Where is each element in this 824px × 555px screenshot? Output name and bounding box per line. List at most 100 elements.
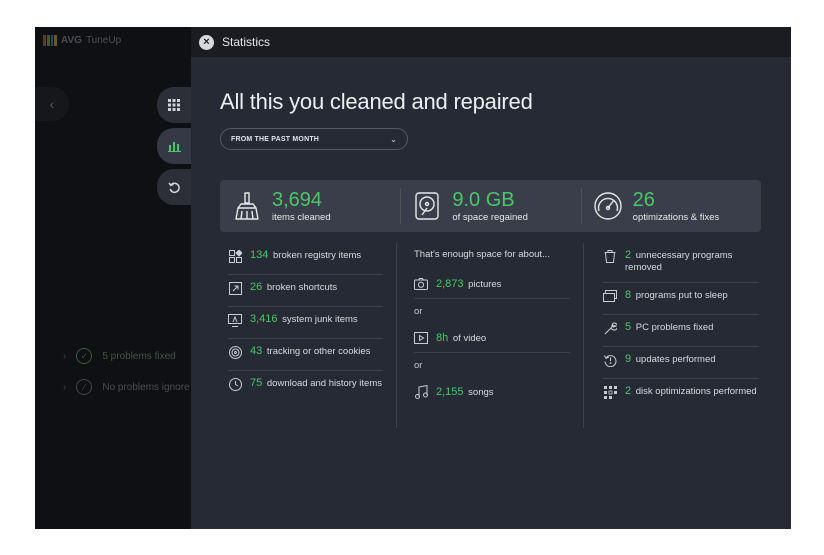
list-item: 2 disk optimizations performed [603, 379, 759, 419]
item-label: updates performed [635, 354, 716, 365]
chevron-left-icon: ‹ [49, 96, 55, 112]
statistics-tab-button[interactable] [157, 128, 191, 164]
side-tab-buttons [157, 87, 191, 210]
trash-icon [603, 249, 617, 263]
summary-value: 3,694 [272, 189, 323, 211]
chevron-down-icon: ⌄ [390, 134, 397, 144]
grid-tab-button[interactable] [157, 87, 191, 123]
item-value: 9 [625, 353, 632, 365]
item-value: 2 [625, 249, 632, 261]
item-label: download and history items [266, 378, 383, 389]
item-label: system junk items [282, 314, 358, 325]
detail-columns: 134 broken registry items 26 broken shor… [220, 243, 761, 428]
update-icon [603, 353, 617, 367]
check-circle-icon: ✓ [76, 348, 93, 364]
item-label: unnecessary programs removed [625, 250, 733, 273]
space-intro: That's enough space for about... [414, 249, 550, 260]
item-value: 2,873 [436, 277, 464, 290]
item-label: broken registry items [273, 250, 362, 261]
item-label: broken shortcuts [266, 282, 338, 293]
item-label: of video [452, 332, 487, 344]
broom-icon [232, 191, 262, 221]
item-value: 134 [250, 249, 269, 261]
or-separator: or [414, 305, 423, 317]
list-item: 2 unnecessary programs removed [603, 243, 759, 283]
chevron-right-icon: › [63, 381, 67, 393]
list-item: 9 updates performed [603, 347, 759, 379]
sleep-icon [603, 289, 617, 303]
list-item: 75 download and history items [228, 371, 383, 403]
item-value: 2 [625, 385, 632, 397]
cleaned-column: 134 broken registry items 26 broken shor… [220, 243, 396, 428]
shortcut-icon [228, 281, 242, 295]
list-item: 134 broken registry items [228, 243, 383, 275]
period-selected-value: FROM THE PAST MONTH [231, 135, 320, 143]
item-label: programs put to sleep [635, 290, 728, 301]
list-item: 2,873 pictures [414, 269, 570, 299]
slash-circle-icon: ⁄ [76, 379, 93, 395]
item-value: 75 [250, 377, 263, 389]
summary-value: 26 [632, 189, 655, 211]
tracking-icon [228, 345, 242, 359]
disk-optimize-icon [603, 385, 617, 399]
problems-fixed-row[interactable]: › ✓ 5 problems fixed [63, 348, 176, 364]
summary-space-regained: 9.0 GB of space regained [400, 180, 580, 232]
summary-label: items cleaned [272, 212, 331, 223]
summary-value: 9.0 GB [452, 189, 515, 211]
summary-label: optimizations & fixes [632, 212, 720, 223]
list-item: 3,416 system junk items [228, 307, 383, 339]
chevron-right-icon: › [63, 350, 67, 362]
history-tab-button[interactable] [157, 169, 191, 205]
item-value: 5 [625, 321, 632, 333]
period-dropdown[interactable]: FROM THE PAST MONTH ⌄ [220, 128, 408, 150]
list-item: 8h of video [414, 323, 570, 353]
undo-icon [167, 182, 180, 193]
music-icon [414, 385, 428, 399]
statistics-panel: × Statistics All this you cleaned and re… [191, 27, 791, 529]
speedometer-icon [593, 191, 623, 221]
item-value: 8h [436, 331, 449, 344]
space-column: That's enough space for about... 2,873 p… [396, 243, 583, 428]
app-window: AVG TuneUp ‹ › ✓ 5 problems fixed › ⁄ No… [35, 27, 791, 529]
list-item: 2,155 songs [414, 377, 570, 407]
close-icon: × [203, 35, 210, 48]
list-item: 8 programs put to sleep [603, 283, 759, 315]
junk-icon [228, 313, 242, 327]
page-title: All this you cleaned and repaired [220, 89, 533, 114]
background-app-pane: AVG TuneUp ‹ › ✓ 5 problems fixed › ⁄ No… [35, 27, 191, 529]
problems-ignored-row[interactable]: › ⁄ No problems ignore [63, 379, 190, 395]
summary-bar: 3,694 items cleaned 9.0 GB of space rega… [220, 180, 761, 232]
brand-name: AVG [61, 35, 82, 46]
bar-chart-icon [167, 142, 181, 152]
history-icon [228, 377, 242, 391]
video-icon [414, 331, 428, 345]
registry-icon [228, 249, 242, 263]
item-value: 8 [625, 289, 632, 301]
item-label: tracking or other cookies [266, 346, 371, 357]
summary-items-cleaned: 3,694 items cleaned [220, 180, 400, 232]
item-label: PC problems fixed [635, 322, 714, 333]
list-item: 5 PC problems fixed [603, 315, 759, 347]
list-item: 26 broken shortcuts [228, 275, 383, 307]
panel-title: Statistics [222, 35, 271, 49]
fixes-column: 2 unnecessary programs removed 8 program… [583, 243, 761, 428]
item-label: songs [468, 387, 494, 398]
list-item: 43 tracking or other cookies [228, 339, 383, 371]
row-label: No problems ignore [102, 381, 190, 393]
avg-logo-icon [43, 35, 57, 46]
item-value: 43 [250, 345, 263, 357]
panel-topbar: × Statistics [191, 27, 791, 57]
item-label: disk optimizations performed [635, 386, 757, 397]
brand-logo: AVG TuneUp [43, 35, 121, 46]
summary-optimizations: 26 optimizations & fixes [580, 180, 761, 232]
item-value: 26 [250, 281, 263, 293]
item-label: pictures [468, 278, 502, 290]
hard-drive-icon [412, 191, 442, 221]
summary-label: of space regained [452, 212, 528, 223]
close-button[interactable]: × [199, 34, 214, 50]
item-value: 3,416 [250, 313, 278, 325]
grid-icon [168, 99, 180, 111]
back-button[interactable]: ‹ [35, 87, 69, 121]
item-value: 2,155 [436, 386, 464, 398]
wrench-icon [603, 321, 617, 335]
